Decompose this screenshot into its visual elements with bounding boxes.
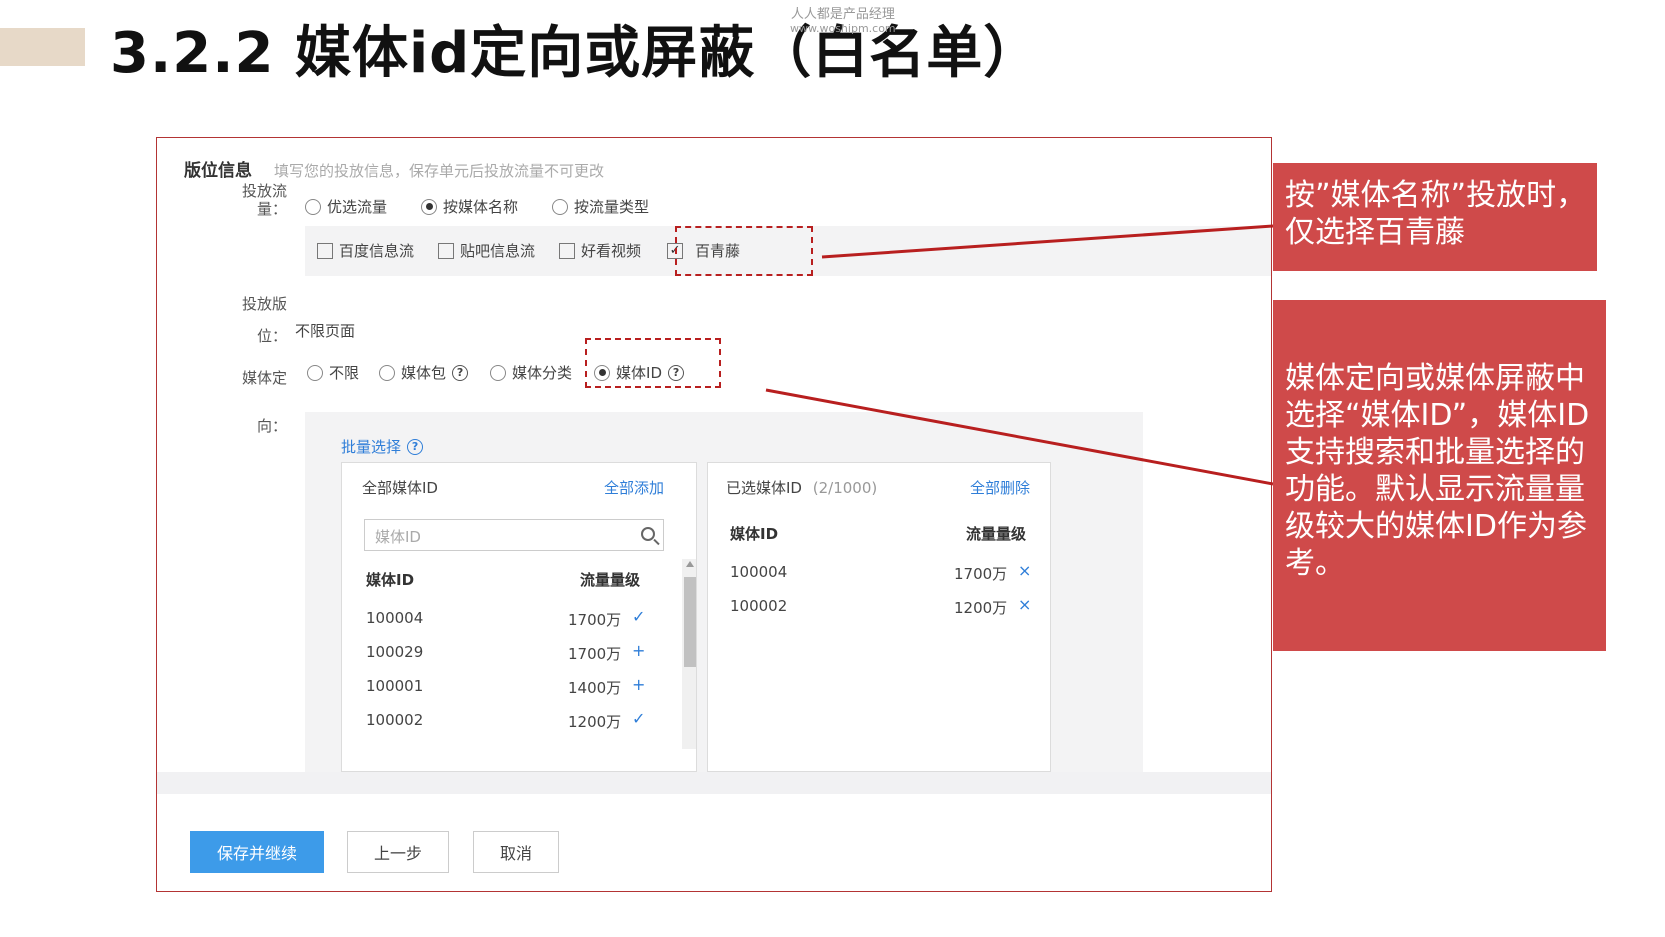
radio-icon <box>552 198 569 215</box>
batch-select-label: 批量选择 <box>341 438 402 456</box>
placement-label: 投放版位： <box>241 295 287 345</box>
radio-icon <box>379 364 396 381</box>
checkbox-tieba-feed[interactable]: 贴吧信息流 <box>438 240 535 261</box>
watermark-line-1: 人人都是产品经理 <box>790 7 895 22</box>
add-plus-icon[interactable]: + <box>632 675 645 694</box>
col-traffic: 流量量级 <box>580 571 641 589</box>
checkbox-icon <box>438 242 455 259</box>
col-media-id: 媒体ID <box>730 525 779 543</box>
added-check-icon[interactable]: ✓ <box>632 709 645 728</box>
option-label: 不限 <box>329 364 360 382</box>
targeting-option-media-pack[interactable]: 媒体包? <box>379 362 469 383</box>
watermark: 人人都是产品经理 www.woshipm.com <box>790 8 896 36</box>
option-label: 媒体分类 <box>512 364 573 382</box>
row-traffic: 1700万 <box>568 645 622 663</box>
traffic-label: 投放流量： <box>241 182 287 218</box>
watermark-line-2: www.woshipm.com <box>790 22 896 35</box>
placement-value: 不限页面 <box>295 322 356 340</box>
selected-media-list: 已选媒体ID (2/1000) 全部删除 媒体ID 流量量级 100004 17… <box>707 462 1051 772</box>
option-label: 优选流量 <box>327 198 388 216</box>
col-media-id: 媒体ID <box>366 571 415 589</box>
list-scrollbar[interactable] <box>682 559 696 749</box>
batch-select-link[interactable]: 批量选择 ? <box>341 436 424 457</box>
all-media-title: 全部媒体ID <box>362 479 438 497</box>
radio-icon <box>307 364 323 381</box>
traffic-radio-group: 优选流量 按媒体名称 按流量类型 <box>305 196 683 217</box>
selected-media-title: 已选媒体ID (2/1000) <box>726 477 877 498</box>
row-media-id: 100002 <box>730 597 788 615</box>
traffic-option-by-type[interactable]: 按流量类型 <box>552 196 649 217</box>
row-traffic: 1200万 <box>954 599 1008 617</box>
remove-icon[interactable]: × <box>1018 595 1031 614</box>
title-accent-bar <box>0 28 85 66</box>
add-plus-icon[interactable]: + <box>632 641 645 660</box>
scroll-thumb[interactable] <box>684 577 696 667</box>
checkbox-icon <box>317 242 333 259</box>
remove-icon[interactable]: × <box>1018 561 1031 580</box>
add-all-link[interactable]: 全部添加 <box>604 477 664 498</box>
highlight-box-media-id <box>585 338 721 388</box>
scroll-up-icon[interactable] <box>686 561 694 567</box>
checkbox-label: 贴吧信息流 <box>460 242 536 260</box>
checkbox-haokan-video[interactable]: 好看视频 <box>559 240 641 261</box>
targeting-option-media-category[interactable]: 媒体分类 <box>490 362 572 383</box>
checkbox-baidu-feed[interactable]: 百度信息流 <box>317 240 414 261</box>
highlight-box-baiqingteng <box>675 226 813 276</box>
selected-title-text: 已选媒体ID <box>726 479 802 497</box>
row-media-id: 100001 <box>366 677 424 695</box>
all-media-list: 全部媒体ID 全部添加 媒体ID 媒体ID 流量量级 100004 1700万 … <box>341 462 697 772</box>
row-media-id: 100002 <box>366 711 424 729</box>
row-traffic: 1700万 <box>568 611 622 629</box>
media-id-search-input[interactable]: 媒体ID <box>364 519 664 551</box>
checkbox-label: 百度信息流 <box>339 242 415 260</box>
callout-media-id: 媒体定向或媒体屏蔽中选择“媒体ID”，媒体ID支持搜索和批量选择的功能。默认显示… <box>1273 300 1606 651</box>
panel-header: 版位信息 填写您的投放信息，保存单元后投放流量不可更改 <box>184 156 604 181</box>
callout-media-name: 按”媒体名称”投放时，仅选择百青藤 <box>1273 163 1597 271</box>
row-media-id: 100004 <box>730 563 788 581</box>
option-label: 按媒体名称 <box>443 198 519 216</box>
traffic-option-preferred[interactable]: 优选流量 <box>305 196 387 217</box>
help-icon[interactable]: ? <box>452 364 469 381</box>
save-continue-button[interactable]: 保存并继续 <box>190 831 324 873</box>
targeting-label: 媒体定向： <box>241 369 287 435</box>
form-footer-divider <box>157 772 1271 794</box>
prev-step-button[interactable]: 上一步 <box>347 831 449 873</box>
traffic-option-by-media-name[interactable]: 按媒体名称 <box>421 196 518 217</box>
row-media-id: 100004 <box>366 609 424 627</box>
delete-all-link[interactable]: 全部删除 <box>970 477 1030 498</box>
row-traffic: 1700万 <box>954 565 1008 583</box>
col-traffic: 流量量级 <box>966 525 1027 543</box>
row-traffic: 1200万 <box>568 713 622 731</box>
checkbox-icon <box>559 242 576 259</box>
panel-title: 版位信息 <box>184 161 252 181</box>
row-traffic: 1400万 <box>568 679 622 697</box>
search-icon[interactable] <box>641 527 655 541</box>
cancel-button[interactable]: 取消 <box>473 831 559 873</box>
search-placeholder: 媒体ID <box>375 528 421 546</box>
placement-form-panel: 版位信息 填写您的投放信息，保存单元后投放流量不可更改 投放流量： 优选流量 按… <box>156 137 1272 892</box>
checkbox-label: 好看视频 <box>581 242 642 260</box>
added-check-icon[interactable]: ✓ <box>632 607 645 626</box>
option-label: 媒体包 <box>401 364 447 382</box>
slide-title: 3.2.2 媒体id定向或屏蔽（白名单） <box>110 21 1041 86</box>
selected-count: (2/1000) <box>812 479 878 497</box>
targeting-option-unlimited[interactable]: 不限 <box>307 362 359 383</box>
radio-selected-icon <box>421 198 438 215</box>
option-label: 按流量类型 <box>574 198 650 216</box>
panel-hint: 填写您的投放信息，保存单元后投放流量不可更改 <box>274 162 605 180</box>
row-media-id: 100029 <box>366 643 424 661</box>
radio-icon <box>305 198 321 215</box>
help-icon[interactable]: ? <box>407 438 424 455</box>
radio-icon <box>490 364 507 381</box>
